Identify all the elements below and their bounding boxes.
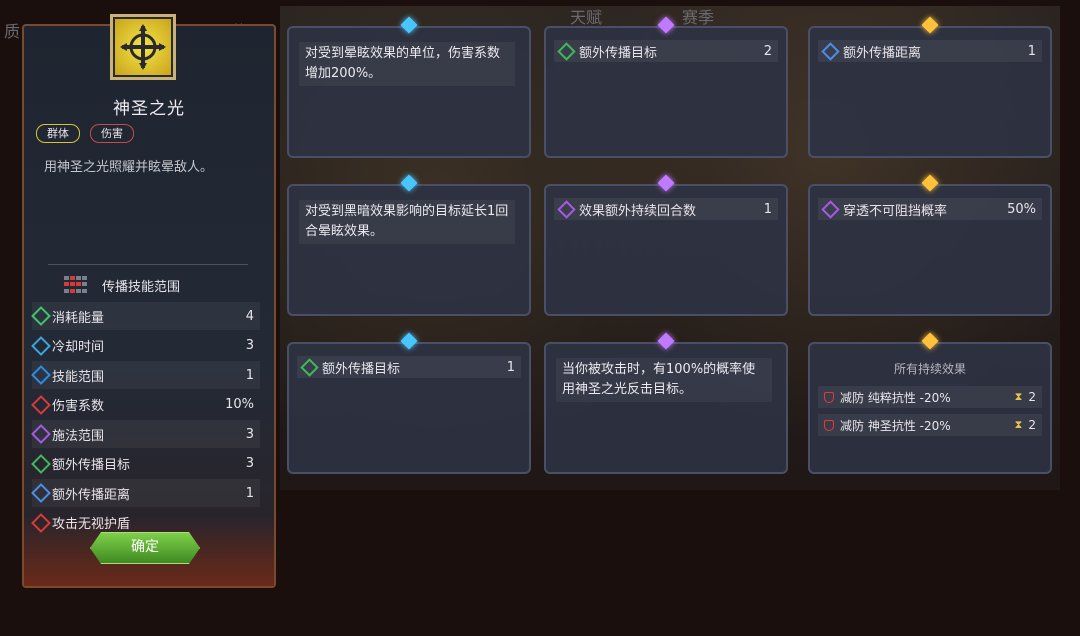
effect-text: 减防 神圣抗性 -20% bbox=[840, 418, 951, 433]
upgrade-card[interactable]: 对受到晕眩效果的单位，伤害系数增加200%。 bbox=[287, 16, 531, 158]
stat-label: 伤害系数 bbox=[52, 399, 105, 414]
effect-row: 减防 纯粹抗性 -20% ⧗ 2 bbox=[818, 386, 1042, 408]
stat-list: 消耗能量 4 冷却时间 3 技能范围 1 伤害系数 10% 施法范围 3 额外传播目标 3 … bbox=[31, 302, 260, 538]
card-stat-value: 1 bbox=[506, 359, 515, 375]
stat-row: 消耗能量 4 bbox=[31, 302, 260, 330]
card-stat-value: 1 bbox=[763, 201, 772, 217]
upgrade-card[interactable]: 所有持续效果 减防 纯粹抗性 -20% ⧗ 2 减防 神圣抗性 -20% ⧗ 2 bbox=[808, 332, 1052, 474]
card-stat-row: 额外传播距离 1 bbox=[818, 40, 1042, 62]
stat-value: 3 bbox=[245, 426, 254, 442]
skill-detail-panel: 神圣之光 群体 伤害 用神圣之光照耀并眩晕敌人。 传播技能范围 消耗能量 4 冷却… bbox=[22, 14, 276, 588]
card-stat-value: 1 bbox=[1027, 43, 1036, 59]
skill-range-icon bbox=[31, 365, 51, 385]
confirm-button[interactable]: 确定 bbox=[90, 532, 200, 564]
divider bbox=[48, 264, 248, 265]
card-stat-label: 额外传播距离 bbox=[843, 45, 922, 61]
cooldown-icon bbox=[31, 335, 51, 356]
stat-row: 额外传播目标 3 bbox=[31, 450, 260, 478]
card-stat-label: 穿透不可阻挡概率 bbox=[843, 203, 948, 219]
upgrade-card[interactable]: 额外传播目标 1 bbox=[287, 332, 531, 474]
stat-value: 1 bbox=[245, 367, 254, 383]
tag-damage: 伤害 bbox=[90, 124, 134, 143]
extra-target-icon bbox=[300, 357, 319, 377]
stat-label: 技能范围 bbox=[52, 369, 105, 385]
holy-light-skill-icon bbox=[110, 14, 176, 80]
range-grid-icon bbox=[64, 276, 87, 294]
upgrade-card[interactable]: 对受到黑暗效果影响的目标延长1回合晕眩效果。 bbox=[287, 174, 531, 316]
extra-target-icon bbox=[557, 41, 576, 61]
range-title: 传播技能范围 bbox=[102, 280, 181, 295]
skill-name: 神圣之光 bbox=[113, 99, 185, 119]
upgrade-card[interactable]: 穿透不可阻挡概率 50% bbox=[808, 174, 1052, 316]
stat-row: 施法范围 3 bbox=[31, 420, 260, 448]
stat-label: 施法范围 bbox=[52, 428, 105, 444]
extra-target-icon bbox=[31, 453, 51, 474]
tab-season[interactable]: 赛季 bbox=[682, 4, 714, 28]
upgrade-card[interactable]: 额外传播目标 2 bbox=[544, 16, 788, 158]
ignore-shield-icon bbox=[31, 512, 51, 533]
card-text: 对受到晕眩效果的单位，伤害系数增加200%。 bbox=[299, 42, 515, 86]
upgrade-card[interactable]: 当你被攻击时，有100%的概率使用神圣之光反击目标。 bbox=[544, 332, 788, 474]
effect-turns: 2 bbox=[1028, 390, 1036, 404]
card-stat-row: 额外传播目标 1 bbox=[297, 356, 521, 378]
stat-value: 3 bbox=[245, 338, 254, 353]
card-text: 对受到黑暗效果影响的目标延长1回合晕眩效果。 bbox=[299, 200, 515, 244]
shield-icon bbox=[824, 419, 834, 431]
spread-distance-icon bbox=[31, 483, 51, 503]
stat-value: 4 bbox=[245, 308, 254, 324]
stat-value: 1 bbox=[245, 485, 254, 501]
stat-label: 额外传播距离 bbox=[52, 487, 131, 503]
card-stat-label: 效果额外持续回合数 bbox=[579, 203, 697, 219]
shield-icon bbox=[824, 391, 834, 403]
stat-label: 攻击无视护盾 bbox=[52, 517, 131, 532]
card-stat-label: 额外传播目标 bbox=[322, 361, 401, 377]
bg-label-left: 质 bbox=[4, 22, 21, 41]
skill-tags: 群体 伤害 bbox=[36, 124, 134, 143]
stat-value: 3 bbox=[245, 456, 254, 471]
card-stat-row: 效果额外持续回合数 1 bbox=[554, 198, 778, 220]
stat-label: 消耗能量 bbox=[52, 310, 105, 326]
upgrade-card[interactable]: 额外传播距离 1 bbox=[808, 16, 1052, 158]
stat-label: 冷却时间 bbox=[52, 340, 105, 355]
stat-label: 额外传播目标 bbox=[52, 458, 131, 473]
stat-row: 额外传播距离 1 bbox=[31, 479, 260, 507]
stat-row: 冷却时间 3 bbox=[31, 332, 260, 360]
energy-icon bbox=[31, 306, 51, 326]
tag-group: 群体 bbox=[36, 124, 80, 143]
card-stat-row: 额外传播目标 2 bbox=[554, 40, 778, 62]
card-text: 当你被攻击时，有100%的概率使用神圣之光反击目标。 bbox=[556, 358, 772, 402]
tab-talent[interactable]: 天赋 bbox=[570, 4, 602, 28]
card-stat-value: 2 bbox=[763, 43, 772, 59]
holy-cross-icon bbox=[120, 24, 166, 70]
effect-text: 减防 纯粹抗性 -20% bbox=[840, 390, 951, 405]
effect-turns: 2 bbox=[1028, 418, 1036, 432]
card-stat-value: 50% bbox=[1007, 201, 1036, 217]
hourglass-icon: ⧗ bbox=[1014, 418, 1023, 431]
skill-description: 用神圣之光照耀并眩晕敌人。 bbox=[44, 160, 214, 175]
penetrate-icon bbox=[821, 199, 840, 219]
cast-range-icon bbox=[31, 424, 51, 444]
stat-row: 技能范围 1 bbox=[31, 361, 260, 389]
duration-icon bbox=[557, 199, 576, 219]
hourglass-icon: ⧗ bbox=[1014, 390, 1023, 403]
upgrade-card[interactable]: 效果额外持续回合数 1 bbox=[544, 174, 788, 316]
effect-row: 减防 神圣抗性 -20% ⧗ 2 bbox=[818, 414, 1042, 436]
damage-icon bbox=[31, 394, 51, 415]
range-row: 传播技能范围 bbox=[24, 276, 274, 295]
stat-row: 伤害系数 10% bbox=[31, 391, 260, 419]
stat-value: 10% bbox=[225, 397, 254, 412]
card-stat-label: 额外传播目标 bbox=[579, 45, 658, 61]
card-effects-title: 所有持续效果 bbox=[893, 362, 966, 376]
card-stat-row: 穿透不可阻挡概率 50% bbox=[818, 198, 1042, 220]
spread-distance-icon bbox=[821, 41, 840, 61]
